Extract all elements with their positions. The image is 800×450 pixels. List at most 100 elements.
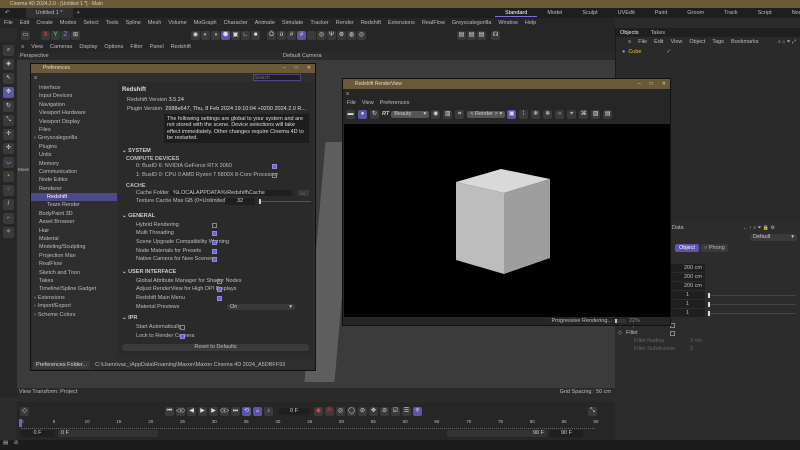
section-ipr[interactable]: IPR [122, 314, 309, 323]
texture-cache-slider[interactable] [259, 201, 311, 202]
checkbox[interactable] [212, 257, 217, 262]
tree-item-modeling-sculpting[interactable]: Modeling/Sculpting [31, 243, 117, 251]
coordinate-system-icon[interactable]: ⊞ [71, 31, 80, 40]
objects-menu-view[interactable]: View [671, 39, 683, 45]
option-0-busid-6-nvidia-geforce-rtx-3060[interactable]: 0: BusID 6: NVIDIA GeForce RTX 3060 [122, 162, 309, 171]
menu-file[interactable]: File [4, 20, 13, 26]
next-frame-icon[interactable]: ▶ [209, 407, 218, 416]
section-system[interactable]: SYSTEM [122, 147, 309, 156]
model-mode-icon[interactable]: ◉ [191, 31, 200, 40]
tree-item-greyscalegorilla[interactable]: Greyscalegorilla [31, 134, 117, 142]
next-key-icon[interactable]: ◇▷ [220, 407, 229, 416]
redshift-ipr-icon[interactable]: ☊ [491, 31, 500, 40]
layout-tab-uvedit[interactable]: UVEdit [608, 10, 645, 16]
tree-item-team-render[interactable]: Team Render [31, 201, 117, 209]
render-to-viewer-icon[interactable]: ▤ [467, 31, 476, 40]
layout-tab-track[interactable]: Track [714, 10, 748, 16]
undo-view-icon[interactable]: ▭ [21, 31, 30, 40]
viewport-menu-redshift[interactable]: Redshift [171, 44, 191, 50]
rotate-tool-icon[interactable]: ↻ [3, 101, 14, 112]
reset-defaults-button[interactable]: Reset to Defaults [122, 344, 309, 351]
focus-icon[interactable]: ⌖ [567, 110, 576, 119]
new-tab-icon[interactable]: + [77, 10, 80, 16]
status-icon[interactable]: ⊘ [14, 440, 19, 446]
graph-icon[interactable]: ⤡ [588, 407, 597, 416]
axis-x-button[interactable]: X [41, 31, 50, 40]
checkbox[interactable] [670, 331, 675, 336]
tree-item-hair[interactable]: Hair [31, 227, 117, 235]
tree-item-node-editor[interactable]: Node Editor [31, 176, 117, 184]
close-icon[interactable]: ✕ [307, 64, 311, 73]
tree-item-units[interactable]: Units [31, 151, 117, 159]
render-region-icon[interactable]: ▤ [457, 31, 466, 40]
search-input[interactable] [253, 74, 301, 81]
tree-item-takes[interactable]: Takes [31, 277, 117, 285]
viewport-menu-view[interactable]: View [31, 44, 43, 50]
histogram-icon[interactable]: ▥ [443, 110, 452, 119]
section-general[interactable]: GENERAL [122, 212, 309, 221]
render-settings-icon[interactable]: ▤ [477, 31, 486, 40]
attr-nav-icons[interactable]: ← ↑ ⌕ ⏷ 🔒 ⚙ [743, 225, 775, 231]
segment-slider[interactable] [708, 304, 796, 305]
renderview-menu-file[interactable]: File [347, 100, 356, 106]
layout-tab-model[interactable]: Model [537, 10, 572, 16]
lock-icon[interactable]: ◎ [317, 31, 326, 40]
tree-item-bodypaint-3d[interactable]: BodyPaint 3D [31, 210, 117, 218]
renderview-menu-preferences[interactable]: Preferences [380, 100, 410, 106]
viewport-menu-options[interactable]: Options [104, 44, 123, 50]
checkbox[interactable] [180, 334, 185, 339]
field-icon[interactable]: ⌐ [3, 213, 14, 224]
option-adjust-renderview-for-high-dpi-displays[interactable]: Adjust RenderView for High DPI Displays [122, 285, 309, 294]
enabled-check-icon[interactable]: ✓ [666, 49, 671, 55]
layout-tab-standard[interactable]: Standard [495, 10, 537, 17]
rt-button[interactable]: RT [382, 111, 389, 117]
refresh-icon[interactable]: ↻ [370, 110, 379, 119]
render-picture-icon[interactable]: ◎ [357, 31, 366, 40]
sound-icon[interactable]: ♪ [264, 407, 273, 416]
tree-item-input-devices[interactable]: Input Devices [31, 92, 117, 100]
tab-phong[interactable]: ○ Phong [701, 244, 728, 252]
play-icon[interactable]: ▶ [198, 407, 207, 416]
undo-icon[interactable]: ↶ [5, 10, 10, 16]
option-hybrid-rendering[interactable]: Hybrid Rendering [122, 221, 309, 230]
grid-icon[interactable]: ⁞ [519, 110, 528, 119]
checkbox[interactable] [217, 279, 222, 284]
fit-icon[interactable]: ⌘ [579, 110, 588, 119]
checkbox[interactable] [272, 164, 277, 169]
console-icon[interactable]: ▤ [3, 440, 8, 446]
menu-create[interactable]: Create [36, 20, 53, 26]
camera-dropdown[interactable]: < Render >▾ [467, 111, 505, 118]
viewport-menu-panel[interactable]: Panel [150, 44, 164, 50]
circle-icon[interactable]: ○ [555, 110, 564, 119]
maximize-icon[interactable]: □ [650, 79, 653, 89]
key-rotation-icon[interactable]: ⊘ [358, 407, 367, 416]
fillet-value[interactable]: 3 [690, 346, 693, 352]
autokey-icon[interactable]: Ⓐ [325, 407, 334, 416]
close-icon[interactable]: ✕ [662, 79, 666, 89]
tab-objects[interactable]: Objects [620, 30, 639, 36]
mesh-mode-icon[interactable]: ◐ [201, 31, 210, 40]
option-start-automatically[interactable]: Start Automatically [122, 323, 309, 332]
attr-tab-data[interactable]: Data [672, 225, 684, 231]
size-field[interactable]: 200 cm [670, 264, 705, 272]
axis-y-button[interactable]: Y [51, 31, 60, 40]
checkbox[interactable] [212, 249, 217, 254]
max-frame[interactable]: 90 F [550, 430, 583, 437]
tree-item-scheme-colors[interactable]: Scheme Colors [31, 311, 117, 319]
tree-item-navigation[interactable]: Navigation [31, 101, 117, 109]
preferences-titlebar[interactable]: Preferences –□✕ [31, 64, 315, 73]
tree-item-sketch-and-toon[interactable]: Sketch and Toon [31, 269, 117, 277]
tree-item-realflow[interactable]: RealFlow [31, 260, 117, 268]
prev-key-icon[interactable]: ◁◇ [176, 407, 185, 416]
brush-icon[interactable]: / [3, 199, 14, 210]
menu-tracker[interactable]: Tracker [310, 20, 328, 26]
selection-tool-icon[interactable]: ◈ [3, 59, 14, 70]
tree-item-files[interactable]: Files [31, 126, 117, 134]
camera-label[interactable]: Default Camera [283, 53, 322, 59]
viewport-menu-display[interactable]: Display [79, 44, 97, 50]
shaded-mode-icon[interactable]: ◑ [211, 31, 220, 40]
tweak-icon[interactable]: Ö [267, 31, 276, 40]
texture-mode-icon[interactable]: ▣ [231, 31, 240, 40]
menu-volume[interactable]: Volume [168, 20, 186, 26]
segment-field[interactable]: 1 [670, 300, 705, 308]
